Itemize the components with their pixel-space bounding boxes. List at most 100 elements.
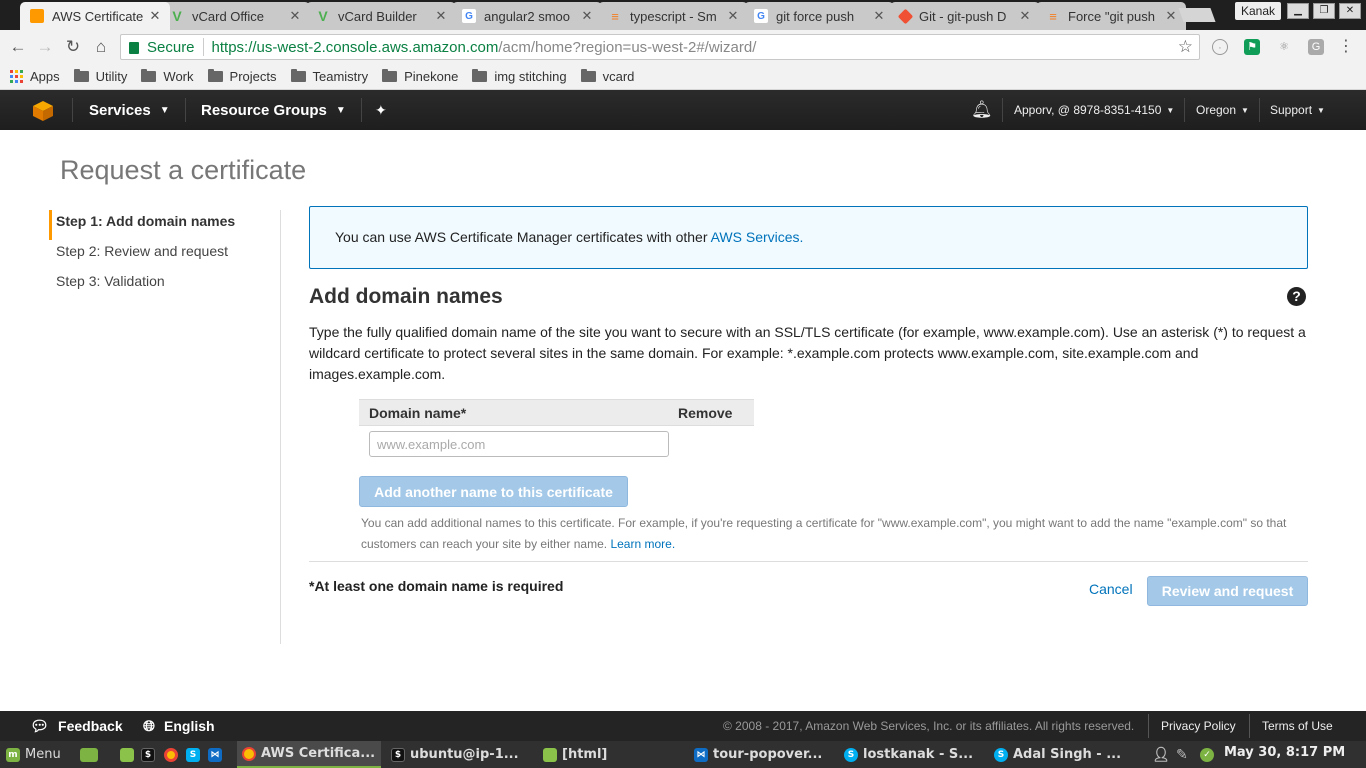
step-validation[interactable]: Step 3: Validation	[49, 270, 280, 300]
window-close-icon[interactable]: ✕	[1339, 3, 1361, 19]
info-text: You can use AWS Certificate Manager cert…	[335, 229, 711, 245]
bookmark-label: Teamistry	[312, 69, 369, 84]
browser-tab[interactable]: ≡ typescript - Sm ✕	[598, 2, 748, 30]
taskbar-window[interactable]: S Adal Singh - ...	[994, 741, 1121, 768]
domain-table: Domain name* Remove	[359, 399, 754, 426]
learn-more-link[interactable]: Learn more.	[610, 537, 675, 551]
step-add-domain-names[interactable]: Step 1: Add domain names	[49, 210, 280, 240]
browser-tab[interactable]: Git - git-push D ✕	[890, 2, 1040, 30]
close-icon[interactable]: ✕	[148, 8, 162, 24]
update-tray-icon[interactable]: ✓	[1200, 741, 1219, 768]
minimize-icon[interactable]: ▁	[1287, 3, 1309, 19]
start-menu-button[interactable]: m Menu	[6, 741, 61, 768]
vscode-launcher[interactable]: ⋈	[208, 741, 227, 768]
close-icon[interactable]: ✕	[1164, 8, 1178, 24]
bookmark-label: img stitching	[494, 69, 567, 84]
language-selector[interactable]: 🌐︎ English	[143, 711, 215, 741]
add-another-name-button[interactable]: Add another name to this certificate	[359, 476, 628, 507]
close-icon[interactable]: ✕	[1018, 8, 1032, 24]
pen-icon: ✎	[1176, 746, 1188, 763]
close-icon[interactable]: ✕	[872, 8, 886, 24]
flag-extension-icon[interactable]: ⚑	[1244, 39, 1260, 55]
review-and-request-button[interactable]: Review and request	[1147, 576, 1308, 606]
aws-cube-logo-icon[interactable]	[32, 100, 54, 122]
bookmark-folder[interactable]: Work	[141, 69, 194, 84]
region-menu[interactable]: Oregon ▼	[1196, 90, 1249, 130]
reload-icon[interactable]: ↻	[63, 37, 83, 57]
taskbar-window[interactable]: ⋈ tour-popover...	[694, 741, 822, 768]
new-tab-button[interactable]	[1178, 8, 1216, 22]
tab-title: Git - git-push D	[919, 8, 1007, 24]
tab-title: AWS Certificate	[52, 8, 144, 24]
bookmark-folder[interactable]: Utility	[73, 69, 127, 84]
close-icon[interactable]: ✕	[434, 8, 448, 24]
help-question-icon[interactable]: ?	[1287, 287, 1306, 306]
support-menu[interactable]: Support ▼	[1270, 90, 1325, 130]
services-menu[interactable]: Services ▼	[89, 90, 170, 130]
folder-icon	[207, 69, 223, 82]
taskbar-window[interactable]: $ ubuntu@ip-1...	[391, 741, 519, 768]
show-desktop-icon[interactable]	[80, 741, 103, 768]
taskbar-window[interactable]: [html]	[543, 741, 607, 768]
resource-groups-menu[interactable]: Resource Groups ▼	[201, 90, 346, 130]
browser-tab[interactable]: V vCard Builder ✕	[306, 2, 456, 30]
network-tray-icon[interactable]: ✎	[1176, 741, 1188, 768]
browser-tab[interactable]: G git force push ✕	[744, 2, 894, 30]
browser-tab[interactable]: ≡ Force "git push ✕	[1036, 2, 1186, 30]
folder-icon	[73, 69, 89, 82]
cancel-link[interactable]: Cancel	[1089, 581, 1133, 597]
skype-icon: S	[844, 747, 858, 762]
terminal-launcher[interactable]: $	[141, 741, 160, 768]
profile-button[interactable]: Kanak	[1235, 2, 1282, 20]
bookmark-apps[interactable]: Apps	[10, 69, 60, 84]
skype-launcher[interactable]: S	[186, 741, 205, 768]
chrome-launcher[interactable]	[164, 741, 183, 768]
extension-icon[interactable]: ·	[1212, 39, 1228, 55]
divider	[1184, 98, 1185, 122]
browser-tab-strip: AWS Certificate ✕ V vCard Office ✕ V vCa…	[0, 0, 1366, 30]
grammar-extension-icon[interactable]: G	[1308, 39, 1324, 55]
column-header-remove: Remove	[678, 404, 733, 421]
terms-of-use-link[interactable]: Terms of Use	[1262, 719, 1333, 733]
privacy-policy-link[interactable]: Privacy Policy	[1161, 719, 1236, 733]
chevron-down-icon: ▼	[1241, 105, 1249, 115]
bookmark-folder[interactable]: img stitching	[472, 69, 567, 84]
clock[interactable]: May 30, 8:17 PM	[1224, 745, 1345, 760]
address-bar[interactable]: Secure https://us-west-2.console.aws.ama…	[120, 34, 1200, 60]
react-extension-icon[interactable]: ⚛	[1276, 39, 1292, 55]
taskbar-window-title: ubuntu@ip-1...	[410, 747, 519, 762]
domain-name-input[interactable]	[369, 431, 669, 457]
bookmark-folder[interactable]: vcard	[580, 69, 634, 84]
user-tray-icon[interactable]: 👤︎	[1152, 741, 1170, 768]
close-icon[interactable]: ✕	[580, 8, 594, 24]
browser-tab[interactable]: G angular2 smoo ✕	[452, 2, 602, 30]
bookmark-star-icon[interactable]: ☆	[1178, 37, 1193, 57]
close-icon[interactable]: ✕	[288, 8, 302, 24]
step-review-and-request[interactable]: Step 2: Review and request	[49, 240, 280, 270]
pin-icon[interactable]: ✦	[375, 90, 387, 130]
info-banner: You can use AWS Certificate Manager cert…	[309, 206, 1308, 269]
forward-arrow-icon[interactable]: →	[35, 37, 55, 57]
folder-icon	[580, 69, 596, 82]
close-icon[interactable]: ✕	[726, 8, 740, 24]
bookmark-folder[interactable]: Projects	[207, 69, 277, 84]
bell-icon[interactable]: 🔔︎	[971, 90, 993, 130]
bookmark-folder[interactable]: Pinekone	[382, 69, 458, 84]
account-menu[interactable]: Apporv, @ 8978-8351-4150 ▼	[1014, 90, 1174, 130]
feedback-button[interactable]: 💬︎ Feedback	[30, 711, 123, 741]
apps-grid-icon	[10, 70, 23, 83]
home-icon[interactable]: ⌂	[91, 37, 111, 57]
lock-icon	[129, 42, 139, 54]
domain-table-header: Domain name* Remove	[359, 399, 754, 426]
restore-icon[interactable]: ❐	[1313, 3, 1335, 19]
taskbar-window[interactable]: S lostkanak - S...	[844, 741, 973, 768]
taskbar-window[interactable]: AWS Certifica...	[237, 741, 381, 768]
browser-tab[interactable]: AWS Certificate ✕	[20, 2, 170, 30]
back-arrow-icon[interactable]: ←	[8, 37, 28, 57]
files-launcher[interactable]	[120, 741, 139, 768]
menu-kebab-icon[interactable]: ⋮	[1338, 39, 1354, 55]
browser-tab[interactable]: V vCard Office ✕	[160, 2, 310, 30]
bookmark-folder[interactable]: Teamistry	[290, 69, 369, 84]
aws-services-link[interactable]: AWS Services.	[711, 229, 804, 245]
divider	[1259, 98, 1260, 122]
